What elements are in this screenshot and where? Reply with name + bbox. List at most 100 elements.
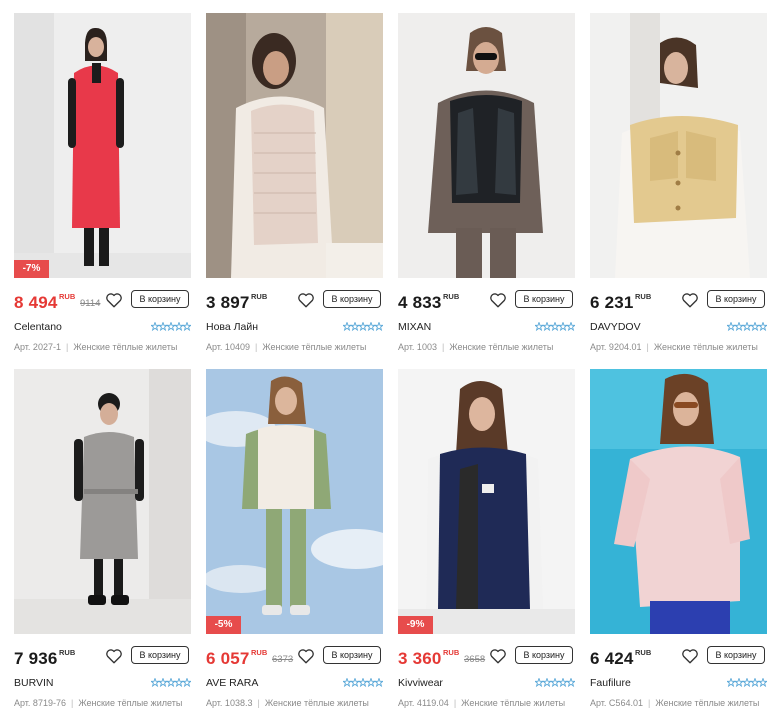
product-meta: Арт. 4119.04 | Женские тёплые жилеты (398, 698, 575, 708)
discount-badge: -9% (398, 616, 433, 634)
rating-stars-icon (535, 678, 575, 688)
brand-row: Faufilure (590, 677, 767, 693)
meta-divider: | (70, 698, 74, 708)
currency: RUB (59, 292, 76, 301)
brand-row: DAVYDOV (590, 321, 767, 337)
article-number: Арт. 1038.3 (206, 698, 253, 708)
price-row: 6 424 RUB В корзину (590, 646, 767, 676)
brand-row: MIXAN (398, 321, 575, 337)
category-link[interactable]: Женские тёплые жилеты (449, 342, 553, 352)
product-card[interactable]: -7% 8 494 RUB 9114 В корзину Celentano А… (14, 13, 191, 352)
product-card[interactable]: -5% 6 057 RUB 6373 В корзину AVE RARA Ар… (206, 369, 383, 708)
heart-icon[interactable] (105, 647, 123, 665)
rating-stars-icon (727, 678, 767, 688)
product-card[interactable]: 6 231 RUB В корзину DAVYDOV Арт. 9204.01… (590, 13, 767, 352)
brand-name[interactable]: Celentano (14, 321, 62, 333)
rating-stars-icon (727, 322, 767, 332)
add-to-cart-button[interactable]: В корзину (323, 646, 381, 664)
product-image[interactable] (398, 13, 575, 278)
old-price: 3658 (464, 654, 486, 665)
product-card[interactable]: -9% 3 360 RUB 3658 В корзину Kivviwear А… (398, 369, 575, 708)
category-link[interactable]: Женские тёплые жилеты (265, 698, 369, 708)
category-link[interactable]: Женские тёплые жилеты (655, 698, 759, 708)
brand-row: Celentano (14, 321, 191, 337)
brand-row: Kivviwear (398, 677, 575, 693)
price: 8 494 (14, 293, 58, 312)
product-image[interactable] (398, 369, 575, 634)
article-number: Арт. 4119.04 (398, 698, 449, 708)
add-to-cart-button[interactable]: В корзину (515, 290, 573, 308)
product-image[interactable] (206, 369, 383, 634)
product-meta: Арт. 8719-76 | Женские тёплые жилеты (14, 698, 191, 708)
product-card[interactable]: 6 424 RUB В корзину Faufilure Арт. C564.… (590, 369, 767, 708)
heart-icon[interactable] (297, 291, 315, 309)
discount-badge: -7% (14, 260, 49, 278)
product-meta: Арт. 9204.01 | Женские тёплые жилеты (590, 342, 767, 352)
price-row: 4 833 RUB В корзину (398, 290, 575, 320)
category-link[interactable]: Женские тёплые жилеты (654, 342, 758, 352)
heart-icon[interactable] (681, 291, 699, 309)
price: 7 936 (14, 649, 58, 668)
product-photo[interactable]: -5% (206, 369, 383, 634)
product-photo[interactable] (590, 369, 767, 634)
heart-icon[interactable] (297, 647, 315, 665)
product-photo[interactable] (14, 369, 191, 634)
product-image[interactable] (590, 13, 767, 278)
price-row: 6 231 RUB В корзину (590, 290, 767, 320)
add-to-cart-button[interactable]: В корзину (131, 646, 189, 664)
brand-name[interactable]: Нова Лайн (206, 321, 258, 333)
product-image[interactable] (14, 13, 191, 278)
meta-divider: | (646, 342, 649, 352)
product-image[interactable] (206, 13, 383, 278)
add-to-cart-button[interactable]: В корзину (515, 646, 573, 664)
brand-name[interactable]: AVE RARA (206, 677, 258, 689)
product-image[interactable] (14, 369, 191, 634)
add-to-cart-button[interactable]: В корзину (323, 290, 381, 308)
meta-divider: | (453, 698, 457, 708)
heart-icon[interactable] (105, 291, 123, 309)
category-link[interactable]: Женские тёплые жилеты (78, 698, 182, 708)
product-photo[interactable] (206, 13, 383, 278)
old-price: 9114 (80, 298, 101, 309)
add-to-cart-button[interactable]: В корзину (707, 646, 765, 664)
brand-row: AVE RARA (206, 677, 383, 693)
product-card[interactable]: 3 897 RUB В корзину Нова Лайн Арт. 10409… (206, 13, 383, 352)
brand-row: Нова Лайн (206, 321, 383, 337)
meta-divider: | (65, 342, 69, 352)
product-card[interactable]: 4 833 RUB В корзину MIXAN Арт. 1003 | Женс… (398, 13, 575, 352)
category-link[interactable]: Женские тёплые жилеты (262, 342, 366, 352)
product-photo[interactable]: -7% (14, 13, 191, 278)
brand-name[interactable]: MIXAN (398, 321, 431, 333)
rating-stars-icon (343, 678, 383, 688)
product-meta: Арт. C564.01 | Женские тёплые жилеты (590, 698, 767, 708)
price: 3 360 (398, 649, 442, 668)
article-number: Арт. 9204.01 (590, 342, 642, 352)
category-link[interactable]: Женские тёплые жилеты (461, 698, 565, 708)
price: 6 057 (206, 649, 250, 668)
heart-icon[interactable] (489, 647, 507, 665)
currency: RUB (443, 648, 460, 657)
article-number: Арт. C564.01 (590, 698, 643, 708)
product-grid: -7% 8 494 RUB 9114 В корзину Celentano А… (0, 0, 781, 724)
brand-name[interactable]: DAVYDOV (590, 321, 641, 333)
price-row: 3 897 RUB В корзину (206, 290, 383, 320)
product-card[interactable]: 7 936 RUB В корзину BURVIN Арт. 8719-76 |… (14, 369, 191, 708)
brand-name[interactable]: Kivviwear (398, 677, 443, 689)
category-link[interactable]: Женские тёплые жилеты (73, 342, 177, 352)
product-photo[interactable] (590, 13, 767, 278)
currency: RUB (251, 292, 268, 301)
price-row: 7 936 RUB В корзину (14, 646, 191, 676)
currency: RUB (59, 648, 76, 657)
product-photo[interactable] (398, 13, 575, 278)
currency: RUB (635, 292, 652, 301)
product-photo[interactable]: -9% (398, 369, 575, 634)
heart-icon[interactable] (681, 647, 699, 665)
add-to-cart-button[interactable]: В корзину (707, 290, 765, 308)
product-meta: Арт. 2027-1 | Женские тёплые жилеты (14, 342, 191, 352)
add-to-cart-button[interactable]: В корзину (131, 290, 189, 308)
article-number: Арт. 2027-1 (14, 342, 61, 352)
product-image[interactable] (590, 369, 767, 634)
brand-name[interactable]: Faufilure (590, 677, 631, 689)
brand-name[interactable]: BURVIN (14, 677, 53, 689)
heart-icon[interactable] (489, 291, 507, 309)
